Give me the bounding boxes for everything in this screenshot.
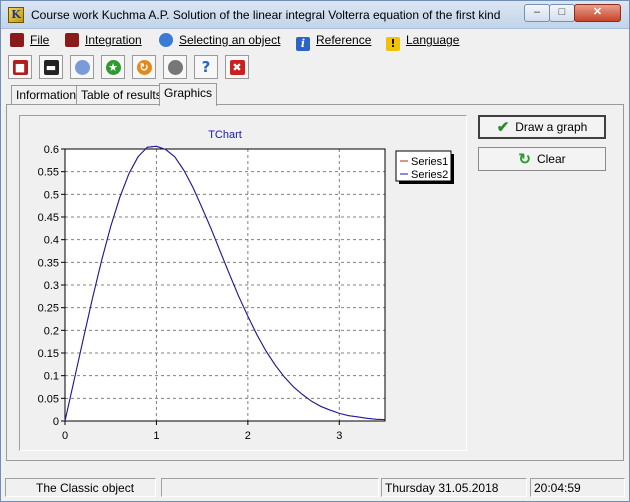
- y-tick-label: 0.35: [38, 257, 59, 269]
- orange-refresh-icon: ↻: [136, 59, 152, 75]
- menu-bar: File Integration Selecting an object i Re…: [1, 30, 629, 52]
- chart: TChart 0 0.05 0.1 0.15 0.2 0.25 0.3 0.35 0.4 0.45 0…: [38, 129, 454, 442]
- x-tick-label: 0: [62, 430, 68, 442]
- graphics-panel: TChart 0 0.05 0.1 0.15 0.2 0.25 0.3 0.35 0.4 0.45 0…: [6, 104, 624, 461]
- close-button[interactable]: ✕: [574, 4, 621, 22]
- y-tick-label: 0.5: [44, 189, 59, 201]
- close-red-icon: ✖: [229, 59, 245, 75]
- menu-selecting-object-label: Selecting an object: [179, 33, 281, 47]
- open-folder-icon: ▬: [43, 59, 59, 75]
- save-icon: ■: [12, 59, 28, 75]
- save-button[interactable]: ■: [8, 55, 32, 79]
- object-icon: [74, 59, 90, 75]
- clear-button[interactable]: ↻ Clear: [478, 147, 606, 171]
- menu-integration[interactable]: Integration: [65, 33, 142, 51]
- refresh-button[interactable]: ↻: [132, 55, 156, 79]
- y-tick-label: 0.3: [44, 280, 59, 292]
- y-tick-label: 0.4: [44, 235, 59, 247]
- tab-table-of-results[interactable]: Table of results: [76, 85, 167, 105]
- integration-menu-icon: [65, 33, 79, 47]
- file-menu-icon: [10, 33, 24, 47]
- tab-graphics[interactable]: Graphics: [159, 83, 218, 106]
- legend-label: Series2: [411, 169, 448, 181]
- menu-reference[interactable]: i Reference: [296, 33, 371, 51]
- tab-information[interactable]: Information: [11, 85, 82, 105]
- warning-menu-icon: !: [386, 37, 400, 51]
- chart-frame: TChart 0 0.05 0.1 0.15 0.2 0.25 0.3 0.35 0.4 0.45 0…: [19, 115, 467, 451]
- x-tick-label: 2: [245, 430, 251, 442]
- draw-graph-button[interactable]: ✔ Draw a graph: [478, 115, 606, 139]
- status-bar: The Classic object Thursday 31.05.2018 2…: [1, 475, 629, 501]
- menu-integration-label: Integration: [85, 33, 142, 47]
- status-object: The Classic object: [5, 478, 156, 497]
- y-tick-label: 0.1: [44, 371, 59, 383]
- help-icon: ?: [201, 57, 211, 76]
- leaf-icon: ★: [105, 59, 121, 75]
- y-tick-label: 0.45: [38, 212, 59, 224]
- menu-language-label: Language: [406, 33, 460, 47]
- clear-label: Clear: [536, 152, 566, 166]
- menu-selecting-object[interactable]: Selecting an object: [159, 33, 280, 51]
- menu-file[interactable]: File: [10, 33, 49, 51]
- draw-graph-label: Draw a graph: [515, 120, 588, 134]
- menu-language[interactable]: ! Language: [386, 33, 459, 51]
- status-empty: [161, 478, 379, 497]
- leaf-button[interactable]: ★: [101, 55, 125, 79]
- y-tick-label: 0.6: [44, 144, 59, 156]
- tab-strip: Information Table of results Graphics: [1, 83, 629, 106]
- status-date: Thursday 31.05.2018: [381, 478, 527, 497]
- y-tick-label: 0: [53, 416, 59, 428]
- app-icon: K: [8, 7, 24, 23]
- open-button[interactable]: ▬: [39, 55, 63, 79]
- users-menu-icon: [159, 33, 173, 47]
- menu-file-label: File: [30, 33, 50, 47]
- chart-title: TChart: [208, 129, 242, 141]
- x-tick-label: 3: [336, 430, 342, 442]
- maximize-button[interactable]: □: [549, 4, 575, 22]
- status-time: 20:04:59: [530, 478, 625, 497]
- exit-button[interactable]: ✖: [225, 55, 249, 79]
- y-tick-label: 0.05: [38, 393, 59, 405]
- menu-reference-label: Reference: [316, 33, 372, 47]
- toolbar: ■ ▬ ★ ↻ ? ✖: [1, 54, 629, 80]
- help-button[interactable]: ?: [194, 55, 218, 79]
- legend-label: Series1: [411, 156, 448, 168]
- y-tick-label: 0.25: [38, 303, 59, 315]
- gray-button[interactable]: [163, 55, 187, 79]
- gray-ball-icon: [167, 59, 183, 75]
- y-tick-label: 0.55: [38, 167, 59, 179]
- object-button[interactable]: [70, 55, 94, 79]
- y-tick-label: 0.15: [38, 348, 59, 360]
- refresh-icon: ↻: [518, 151, 531, 168]
- checkmark-icon: ✔: [496, 119, 510, 136]
- main-window: K Course work Kuchma A.P. Solution of th…: [0, 0, 630, 502]
- info-menu-icon: i: [296, 37, 310, 51]
- title-bar[interactable]: K Course work Kuchma A.P. Solution of th…: [1, 1, 629, 29]
- window-title: Course work Kuchma A.P. Solution of the …: [31, 8, 501, 22]
- x-tick-label: 1: [153, 430, 159, 442]
- minimize-button[interactable]: –: [524, 4, 550, 22]
- y-tick-label: 0.2: [44, 325, 59, 337]
